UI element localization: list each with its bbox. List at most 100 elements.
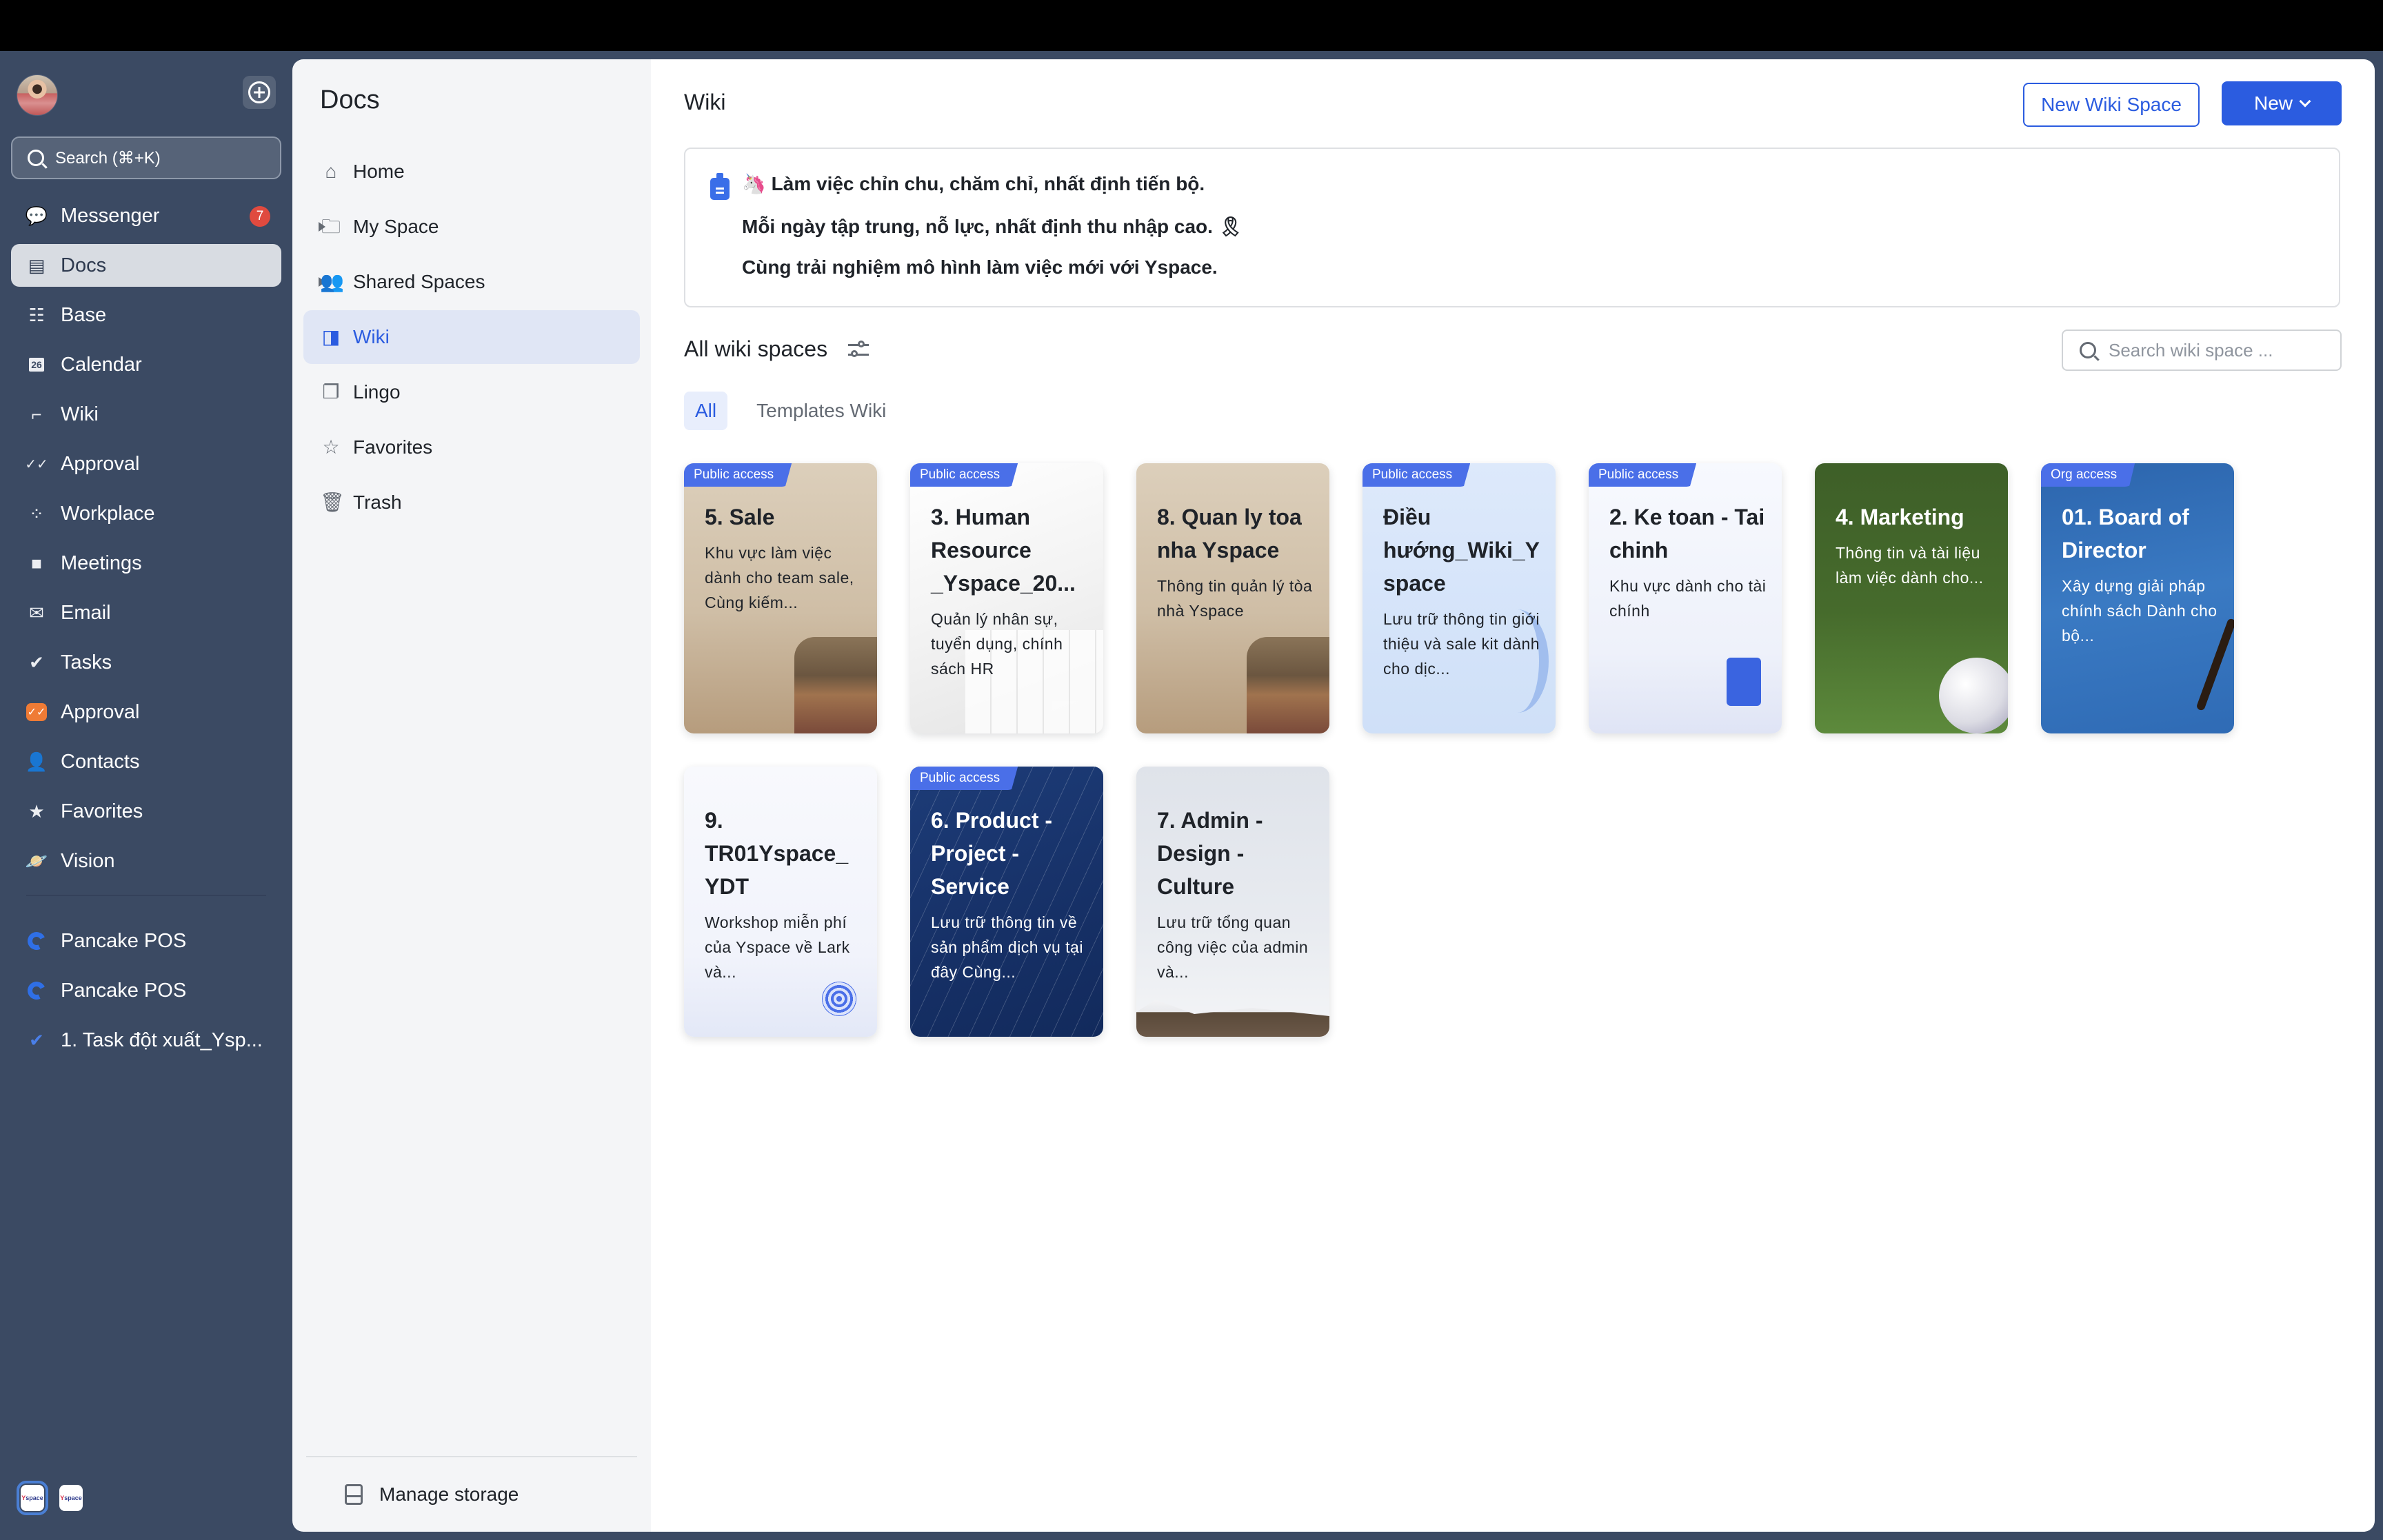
docs-nav-home[interactable]: ⌂ Home [303, 145, 640, 199]
rail-divider [26, 895, 266, 896]
rail-pinned-task[interactable]: ✔ 1. Task đột xuất_Ysp... [11, 1019, 281, 1062]
access-badge: Public access [1363, 463, 1471, 487]
section-title: All wiki spaces [684, 336, 869, 362]
rail-item-tasks[interactable]: ✔ Tasks [11, 641, 281, 684]
docs-footer-divider [306, 1456, 637, 1457]
wiki-space-description: Lưu trữ tổng quan công việc của admin và… [1157, 913, 1309, 981]
rail-item-workplace[interactable]: ⁘ Workplace [11, 492, 281, 535]
announcement-line: Cùng trải nghiệm mô hình làm việc mới vớ… [742, 256, 1218, 278]
rail-item-wiki[interactable]: ⌐ Wiki [11, 393, 281, 436]
new-wiki-space-button[interactable]: New Wiki Space [2023, 83, 2200, 127]
wiki-space-card[interactable]: Public access 5. Sale Khu vực làm việc dàn… [684, 463, 877, 733]
docs-nav-trash[interactable]: 🗑 Trash [303, 476, 640, 529]
docs-nav-label: My Space [353, 216, 439, 237]
tab-templates-wiki[interactable]: Templates Wiki [745, 392, 897, 430]
snowy-mountain-artwork [1136, 1000, 1329, 1037]
wiki-space-title: 8. Quan ly toa nha Yspace [1157, 505, 1302, 563]
announcement-banner: 🦄 Làm việc chỉn chu, chăm chỉ, nhất định… [684, 148, 2340, 307]
base-icon: ☷ [28, 304, 45, 325]
rail-pinned-pancake-pos[interactable]: Pancake POS [11, 969, 281, 1012]
rail-item-calendar[interactable]: 26 Calendar [11, 343, 281, 386]
rail-item-favorites[interactable]: ★ Favorites [11, 790, 281, 833]
new-dropdown-button[interactable]: New [2222, 81, 2342, 125]
docs-nav-wiki[interactable]: ◨ Wiki [303, 310, 640, 364]
wiki-tabs: All Templates Wiki [684, 392, 897, 430]
wiki-space-description: Workshop miễn phí của Yspace về Lark và.… [705, 913, 850, 981]
access-badge: Public access [1589, 463, 1697, 487]
approval-icon: ✓✓ [25, 456, 48, 472]
lingo-icon: ❐ [322, 381, 340, 403]
wiki-space-description: Khu vực dành cho tài chính [1609, 577, 1767, 620]
rail-item-label: Favorites [61, 800, 143, 822]
wiki-space-title: 6. Product - Project - Service [931, 808, 1053, 899]
filter-sliders-icon[interactable] [848, 340, 869, 359]
rail-item-label: Pancake POS [61, 929, 187, 952]
target-artwork [822, 982, 856, 1016]
wiki-space-description: Khu vực làm việc dành cho team sale, Cùn… [705, 544, 854, 611]
search-icon [2080, 342, 2096, 358]
clipboard-icon [710, 173, 730, 200]
global-search-label: Search (⌘+K) [55, 148, 161, 168]
wiki-search-input[interactable] [2109, 339, 2329, 361]
tenant-yspace[interactable]: Yspace [59, 1485, 83, 1511]
rail-item-docs[interactable]: ▤ Docs [11, 244, 281, 287]
tenant-switcher: Yspace Yspace [17, 1481, 83, 1515]
rail-item-messenger[interactable]: 💬 Messenger 7 [11, 194, 281, 237]
rail-item-email[interactable]: ✉ Email [11, 591, 281, 634]
star-outline-icon: ☆ [322, 436, 340, 458]
wiki-space-card[interactable]: Org access 01. Board of Director Xây dựng … [2041, 463, 2234, 733]
rail-item-label: Vision [61, 849, 115, 872]
docs-nav-label: Favorites [353, 436, 433, 458]
approval-app-icon: ✓✓ [26, 703, 47, 721]
wiki-space-description: Lưu trữ thông tin về sản phẩm dịch vụ tạ… [931, 913, 1083, 981]
tenant-yspace-current[interactable]: Yspace [17, 1481, 48, 1515]
docs-nav-shared-spaces[interactable]: 👥 Shared Spaces [303, 255, 640, 309]
rail-item-contacts[interactable]: 👤 Contacts [11, 740, 281, 783]
books-artwork [1247, 637, 1329, 733]
task-list-icon: ✔ [29, 1029, 44, 1051]
user-avatar[interactable] [17, 74, 58, 116]
rail-item-approval[interactable]: ✓✓ Approval [11, 443, 281, 485]
docs-nav-favorites[interactable]: ☆ Favorites [303, 421, 640, 474]
rail-item-vision[interactable]: 🪐 Vision [11, 840, 281, 882]
manage-storage-button[interactable]: Manage storage [345, 1472, 519, 1517]
wiki-search-field[interactable] [2062, 330, 2342, 371]
global-search-button[interactable]: Search (⌘+K) [11, 136, 281, 179]
wiki-space-card[interactable]: Public access 6. Product - Project - Serv… [910, 767, 1103, 1037]
star-icon: ★ [28, 800, 45, 822]
section-title-label: All wiki spaces [684, 336, 828, 361]
wiki-space-card[interactable]: Public access 2. Ke toan - Tai chinh Khu v… [1589, 463, 1782, 733]
announcement-line: 🦄 Làm việc chỉn chu, chăm chỉ, nhất định… [742, 173, 1205, 194]
os-top-bar [0, 0, 2383, 51]
wiki-space-card[interactable]: Public access Điều hướng_Wiki_Y space Lưu … [1363, 463, 1556, 733]
rail-item-base[interactable]: ☷ Base [11, 294, 281, 336]
docs-nav-lingo[interactable]: ❐ Lingo [303, 365, 640, 419]
books-artwork [794, 637, 877, 733]
wiki-space-description: Lưu trữ thông tin giới thiệu và sale kit… [1383, 610, 1540, 678]
wiki-space-description: Quản lý nhân sự, tuyển dụng, chính sách … [931, 610, 1063, 678]
docs-nav-label: Lingo [353, 381, 401, 403]
rail-item-label: Base [61, 303, 107, 326]
rail-item-approval-app[interactable]: ✓✓ Approval [11, 691, 281, 733]
wiki-space-card[interactable]: 4. Marketing Thông tin và tài liệu làm vi… [1815, 463, 2008, 733]
pancake-pos-icon [25, 979, 48, 1002]
create-button[interactable] [243, 76, 276, 109]
docs-nav-my-space[interactable]: 🗀 My Space [303, 200, 640, 254]
docs-nav: ⌂ Home 🗀 My Space 👥 Shared Spaces ◨ Wiki… [303, 145, 640, 531]
wiki-space-card[interactable]: 9. TR01Yspace_ YDT Workshop miễn phí của … [684, 767, 877, 1037]
rail-item-label: Contacts [61, 750, 140, 773]
rail-item-label: Email [61, 601, 111, 624]
wiki-space-card[interactable]: 8. Quan ly toa nha Yspace Thông tin quản … [1136, 463, 1329, 733]
wiki-space-title: 5. Sale [705, 505, 775, 529]
new-button-label: New [2253, 92, 2293, 114]
wiki-space-card[interactable]: Public access 3. Human Resource _Yspace_2… [910, 463, 1103, 733]
rail-item-meetings[interactable]: ■ Meetings [11, 542, 281, 585]
rail-pinned-pancake-pos[interactable]: Pancake POS [11, 920, 281, 962]
wiki-space-description: Thông tin và tài liệu làm việc dành cho.… [1836, 544, 1984, 587]
planet-icon: 🪐 [25, 850, 48, 871]
wiki-space-title: 9. TR01Yspace_ YDT [705, 808, 849, 899]
golf-ball-artwork [1939, 658, 2008, 733]
wiki-space-card[interactable]: 7. Admin - Design - Culture Lưu trữ tổng … [1136, 767, 1329, 1037]
tab-all[interactable]: All [684, 392, 728, 430]
docs-sidebar: Docs ⌂ Home 🗀 My Space 👥 Shared Spaces ◨… [292, 59, 651, 1532]
